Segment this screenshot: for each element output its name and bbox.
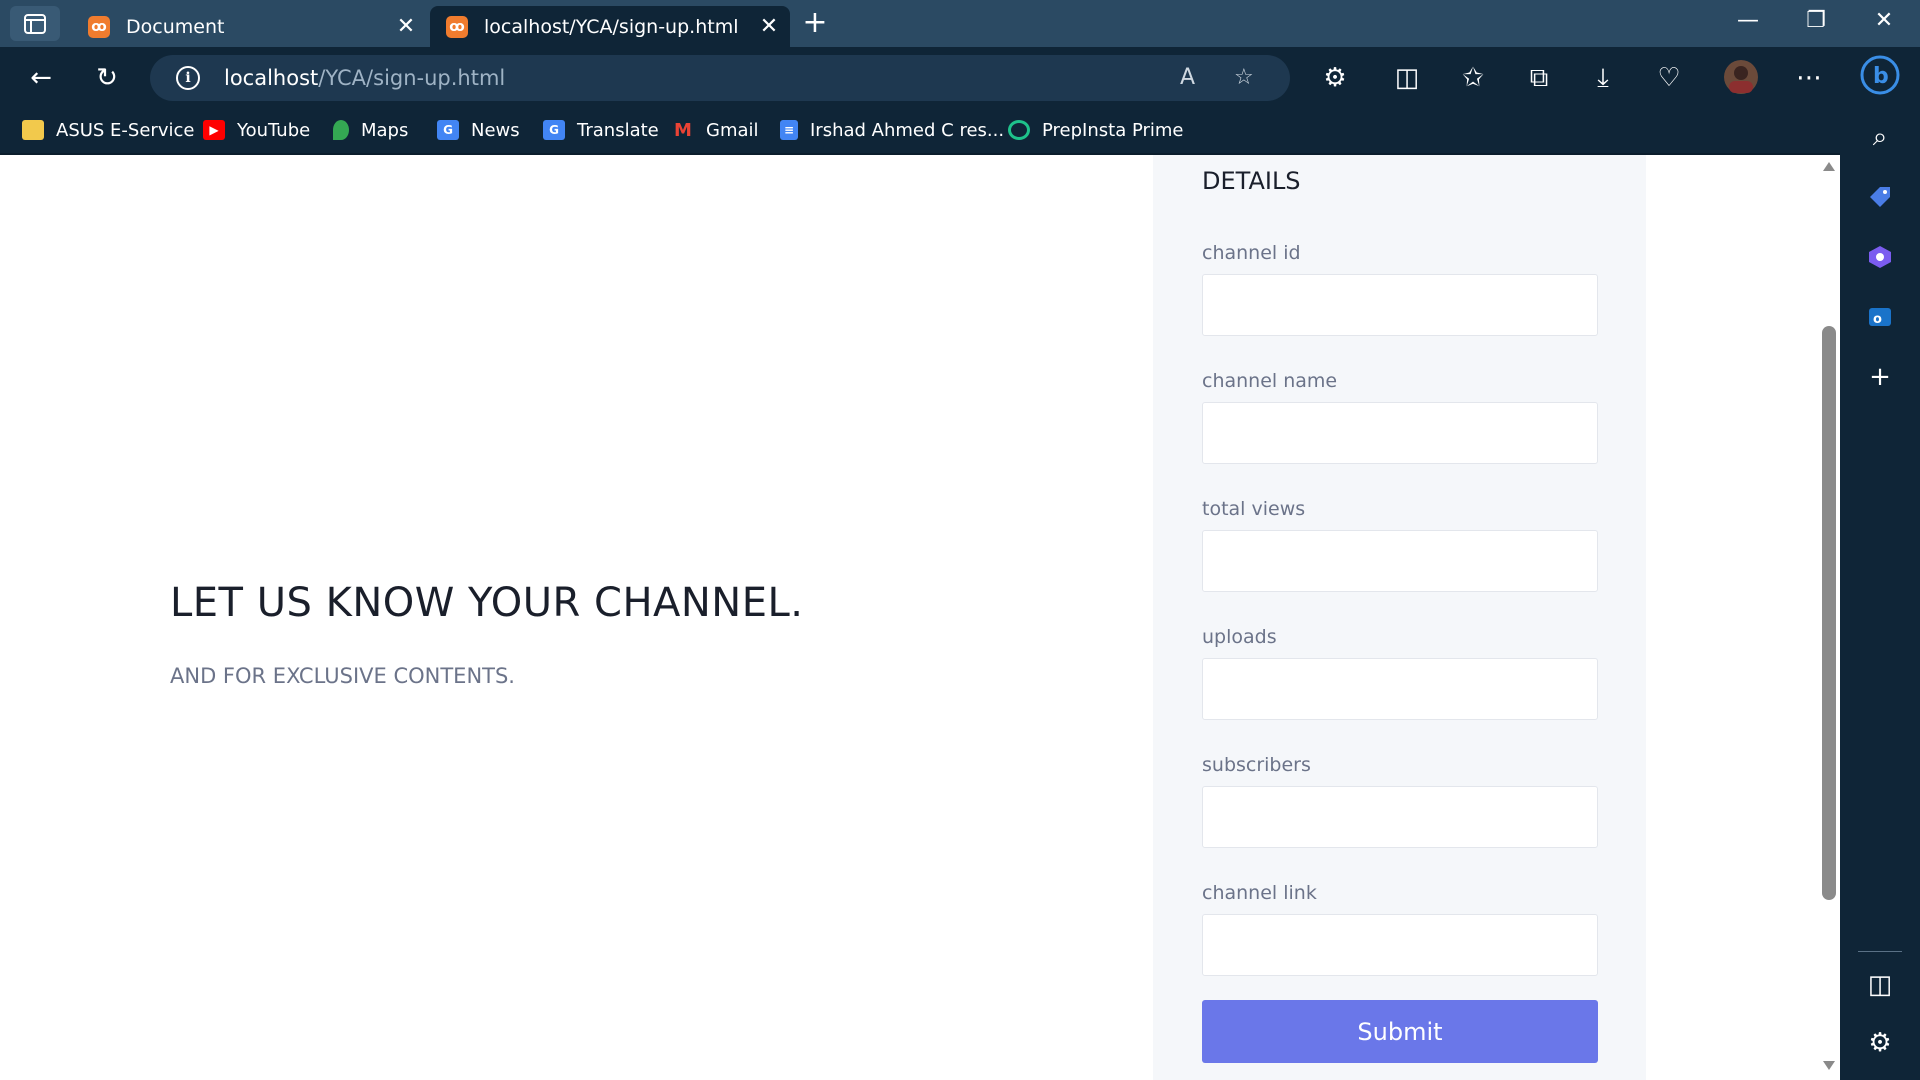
subscribers-label: subscribers bbox=[1202, 754, 1311, 776]
downloads-icon[interactable]: ⤓ bbox=[1584, 59, 1622, 97]
address-bar[interactable]: i localhost/YCA/sign-up.html A ☆ bbox=[150, 55, 1290, 101]
site-info-icon[interactable]: i bbox=[176, 66, 200, 90]
docs-icon: ≡ bbox=[780, 120, 798, 140]
total-views-label: total views bbox=[1202, 498, 1306, 520]
minimize-window-button[interactable]: — bbox=[1728, 8, 1768, 38]
tab-title: Document bbox=[126, 15, 225, 38]
channel-link-label: channel link bbox=[1202, 882, 1317, 904]
tab-sign-up[interactable]: ꝏ localhost/YCA/sign-up.html ✕ bbox=[430, 6, 790, 47]
svg-text:b: b bbox=[1873, 64, 1889, 89]
scroll-down-arrow-icon[interactable] bbox=[1823, 1061, 1835, 1070]
read-aloud-icon[interactable]: A bbox=[1180, 65, 1195, 90]
avatar-image bbox=[1724, 60, 1758, 94]
scrollbar-thumb[interactable] bbox=[1822, 326, 1836, 900]
bookmark-translate[interactable]: G Translate bbox=[543, 117, 659, 143]
gmail-icon: M bbox=[674, 119, 692, 141]
browser-toolbar: ← ↻ i localhost/YCA/sign-up.html A ☆ ⚙ ◫… bbox=[0, 47, 1840, 107]
translate-icon: G bbox=[543, 120, 565, 140]
favorites-icon[interactable]: ✩ bbox=[1454, 59, 1492, 97]
outlook-shape: o bbox=[1869, 308, 1891, 327]
bookmark-gmail[interactable]: M Gmail bbox=[672, 117, 758, 143]
browser-titlebar: ꝏ Document ✕ ꝏ localhost/YCA/sign-up.htm… bbox=[0, 0, 1920, 47]
hero-section: LET US KNOW YOUR CHANNEL. AND FOR EXCLUS… bbox=[170, 580, 1070, 688]
more-options-icon[interactable]: ⋯ bbox=[1790, 59, 1828, 97]
bookmark-prepinsta[interactable]: PrepInsta Prime bbox=[1008, 117, 1184, 143]
uploads-label: uploads bbox=[1202, 626, 1277, 648]
channel-id-label: channel id bbox=[1202, 242, 1301, 264]
favorite-star-icon[interactable]: ☆ bbox=[1234, 65, 1254, 90]
edge-sidebar: b ⌕ o + ◫ ⚙ bbox=[1840, 47, 1920, 1080]
close-tab-icon[interactable]: ✕ bbox=[391, 12, 421, 42]
search-icon[interactable]: ⌕ bbox=[1860, 117, 1900, 157]
tab-actions-icon bbox=[24, 13, 46, 34]
uploads-input[interactable] bbox=[1202, 658, 1598, 720]
subscribers-input[interactable] bbox=[1202, 786, 1598, 848]
channel-name-input[interactable] bbox=[1202, 402, 1598, 464]
bookmark-irshad-resume[interactable]: ≡ Irshad Ahmed C res... bbox=[780, 117, 1004, 143]
browser-essentials-icon[interactable]: ♡ bbox=[1650, 59, 1688, 97]
close-window-button[interactable]: ✕ bbox=[1864, 8, 1904, 38]
bookmark-news[interactable]: G News bbox=[437, 117, 520, 143]
copilot-icon[interactable]: b bbox=[1860, 55, 1900, 95]
xampp-icon: ꝏ bbox=[446, 15, 468, 38]
hero-title: LET US KNOW YOUR CHANNEL. bbox=[170, 580, 804, 626]
bookmark-asus-eservice[interactable]: ASUS E-Service bbox=[22, 117, 194, 143]
sidebar-settings-gear-icon[interactable]: ⚙ bbox=[1860, 1023, 1900, 1063]
channel-name-label: channel name bbox=[1202, 370, 1338, 392]
tab-title: localhost/YCA/sign-up.html bbox=[484, 15, 739, 38]
restore-window-button[interactable]: ❐ bbox=[1796, 8, 1836, 38]
folder-icon bbox=[22, 120, 44, 140]
scroll-up-arrow-icon[interactable] bbox=[1823, 162, 1835, 171]
games-shape bbox=[1869, 246, 1891, 268]
shopping-tag-icon[interactable] bbox=[1860, 177, 1900, 217]
total-views-input[interactable] bbox=[1202, 530, 1598, 592]
tag-shape bbox=[1870, 187, 1890, 207]
sidebar-divider bbox=[1858, 951, 1902, 952]
address-url[interactable]: localhost/YCA/sign-up.html bbox=[224, 66, 505, 90]
form-heading: DETAILS bbox=[1202, 167, 1301, 195]
refresh-icon[interactable]: ↻ bbox=[88, 59, 126, 97]
tab-actions-button[interactable] bbox=[10, 6, 60, 41]
submit-button[interactable]: Submit bbox=[1202, 1000, 1598, 1063]
hide-sidebar-icon[interactable]: ◫ bbox=[1860, 965, 1900, 1005]
details-form-panel: DETAILS channel id channel name total vi… bbox=[1153, 155, 1646, 1080]
extensions-icon[interactable]: ⚙ bbox=[1316, 59, 1354, 97]
split-screen-icon[interactable]: ◫ bbox=[1388, 59, 1426, 97]
prepinsta-icon bbox=[1008, 120, 1030, 140]
svg-text:o: o bbox=[1873, 312, 1882, 327]
hero-subtitle: AND FOR EXCLUSIVE CONTENTS. bbox=[170, 664, 515, 688]
page-scrollbar[interactable] bbox=[1818, 155, 1840, 1080]
bookmarks-bar: ASUS E-Service ▶ YouTube Maps G News G T… bbox=[0, 107, 1840, 153]
games-icon[interactable] bbox=[1860, 237, 1900, 277]
close-tab-icon[interactable]: ✕ bbox=[754, 12, 784, 42]
news-icon: G bbox=[437, 120, 459, 140]
tab-document[interactable]: ꝏ Document ✕ bbox=[72, 6, 427, 47]
xampp-icon: ꝏ bbox=[88, 15, 110, 38]
channel-link-input[interactable] bbox=[1202, 914, 1598, 976]
page-viewport: LET US KNOW YOUR CHANNEL. AND FOR EXCLUS… bbox=[0, 155, 1818, 1080]
new-tab-button[interactable]: + bbox=[800, 8, 830, 38]
youtube-icon: ▶ bbox=[203, 120, 225, 140]
channel-id-input[interactable] bbox=[1202, 274, 1598, 336]
back-arrow-icon[interactable]: ← bbox=[22, 59, 60, 97]
profile-avatar[interactable] bbox=[1722, 59, 1760, 97]
outlook-icon[interactable]: o bbox=[1860, 297, 1900, 337]
bookmark-youtube[interactable]: ▶ YouTube bbox=[203, 117, 310, 143]
collections-icon[interactable]: ⧉ bbox=[1520, 59, 1558, 97]
bookmark-maps[interactable]: Maps bbox=[333, 117, 408, 143]
add-sidebar-app-icon[interactable]: + bbox=[1860, 357, 1900, 397]
copilot-logo: b bbox=[1860, 55, 1900, 95]
maps-icon bbox=[333, 120, 349, 140]
